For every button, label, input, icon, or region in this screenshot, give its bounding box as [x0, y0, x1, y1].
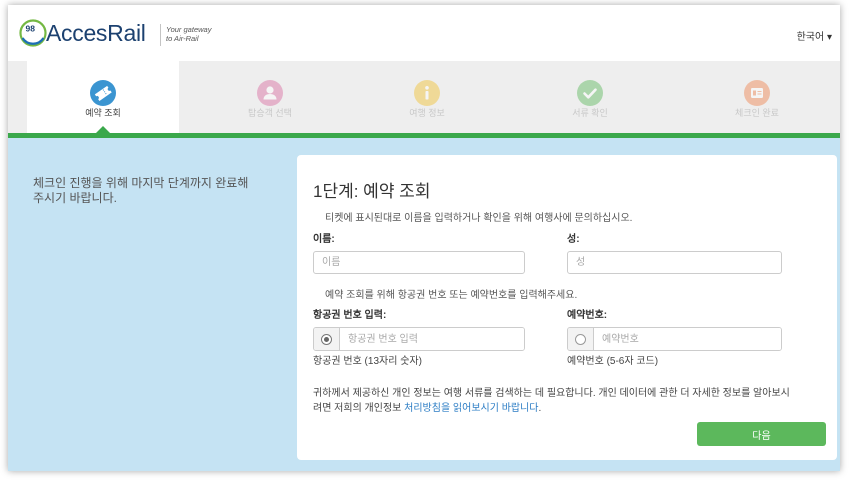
accesrail-logo[interactable]: 98 AccesRail Your gateway to Air-Rail: [8, 5, 228, 61]
step-complete: 체크인 완료: [681, 61, 833, 133]
logo-badge-icon: 98: [19, 19, 47, 47]
language-selector[interactable]: 한국어 ▾: [797, 32, 832, 44]
ticket-number-input-group: [313, 327, 525, 351]
step-label: 탑승객 선택: [248, 108, 292, 118]
step-booking-lookup: 예약 조회: [27, 61, 179, 133]
logo-badge-text: 98: [26, 24, 36, 34]
ticket-number-input[interactable]: [340, 328, 524, 350]
last-name-label: 성:: [567, 234, 580, 245]
main-content: 체크인 진행을 위해 마지막 단계까지 완료해 주시기 바랍니다. 1단계: 예…: [8, 138, 840, 471]
privacy-line: 려면 저희의 개인정보 처리방침을 읽어보시기 바랍니다.: [313, 401, 827, 416]
next-button[interactable]: 다음: [697, 422, 826, 446]
language-label: 한국어: [796, 32, 825, 43]
step-icon-circle: [257, 80, 283, 106]
step-icon-circle: [577, 80, 603, 106]
booking-reference-input[interactable]: [594, 328, 781, 350]
brand-name: AccesRail: [46, 19, 146, 47]
brand-tagline: Your gateway to Air-Rail: [166, 25, 211, 43]
step-title: 1단계: 예약 조회: [313, 182, 431, 201]
radio-indicator: [575, 333, 586, 345]
lookup-instruction: 예약 조회를 위해 항공권 번호 또는 예약번호를 입력해주세요.: [325, 290, 578, 301]
chevron-down-icon: ▾: [826, 32, 832, 43]
first-name-label: 이름:: [313, 234, 335, 245]
check-icon: [583, 88, 597, 99]
step-label: 여행 정보: [409, 108, 445, 118]
booking-reference-input-group: [567, 327, 782, 351]
brand-part-rail: Rail: [107, 20, 146, 46]
info-icon: [425, 86, 429, 100]
last-name-input[interactable]: [567, 251, 782, 274]
booking-reference-radio[interactable]: [568, 328, 594, 350]
ticket-number-radio[interactable]: [314, 328, 340, 350]
brand-part-acces: Acces: [46, 20, 108, 46]
step-icon-circle: [744, 80, 770, 106]
name-instruction: 티켓에 표시된대로 이름을 입력하거나 확인을 위해 여행사에 문의하십시오.: [325, 213, 633, 224]
booking-reference-label: 예약번호:: [567, 310, 608, 321]
logo-divider: [160, 24, 161, 46]
booking-reference-help: 예약번호 (5-6자 코드): [567, 356, 659, 367]
intro-line: 체크인 진행을 위해 마지막 단계까지 완료해: [33, 176, 249, 190]
privacy-policy-link[interactable]: 처리방침을 읽어보시기 바랍니다: [404, 403, 538, 414]
boarding-pass-icon: [751, 88, 763, 98]
privacy-line: 귀하께서 제공하신 개인 정보는 여행 서류를 검색하는 데 필요합니다. 개인…: [313, 388, 790, 399]
tagline-line: to Air-Rail: [166, 33, 199, 43]
step-confirm: 서류 확인: [514, 61, 666, 133]
step-select-passengers: 탑승객 선택: [194, 61, 346, 133]
intro-line: 주시기 바랍니다.: [33, 191, 117, 205]
privacy-text: .: [538, 403, 542, 414]
step-label: 서류 확인: [572, 108, 608, 118]
person-icon: [263, 86, 277, 100]
site-header: 98 AccesRail Your gateway to Air-Rail 한국어…: [8, 5, 840, 61]
radio-indicator: [321, 333, 332, 345]
ticket-icon: [94, 85, 112, 101]
intro-message: 체크인 진행을 위해 마지막 단계까지 완료해 주시기 바랍니다.: [33, 176, 293, 206]
checkin-steps: 예약 조회 탑승객 선택 여행 정보 서류 확인 체크인 완료: [8, 61, 840, 133]
step-label: 체크인 완료: [735, 108, 779, 118]
step-icon-circle: [414, 80, 440, 106]
step-travel-info: 여행 정보: [351, 61, 503, 133]
first-name-input[interactable]: [313, 251, 525, 274]
step-label: 예약 조회: [85, 108, 121, 118]
booking-lookup-card: 1단계: 예약 조회 티켓에 표시된대로 이름을 입력하거나 확인을 위해 여행…: [297, 155, 837, 460]
ticket-number-help: 항공권 번호 (13자리 숫자): [313, 356, 422, 367]
step-icon-circle: [90, 80, 116, 106]
privacy-notice: 귀하께서 제공하신 개인 정보는 여행 서류를 검색하는 데 필요합니다. 개인…: [313, 386, 827, 416]
app-window: 98 AccesRail Your gateway to Air-Rail 한국어…: [8, 5, 840, 471]
ticket-number-label: 항공권 번호 입력:: [313, 310, 387, 321]
active-step-pointer: [96, 126, 110, 133]
privacy-text: 려면 저희의 개인정보: [313, 403, 405, 414]
